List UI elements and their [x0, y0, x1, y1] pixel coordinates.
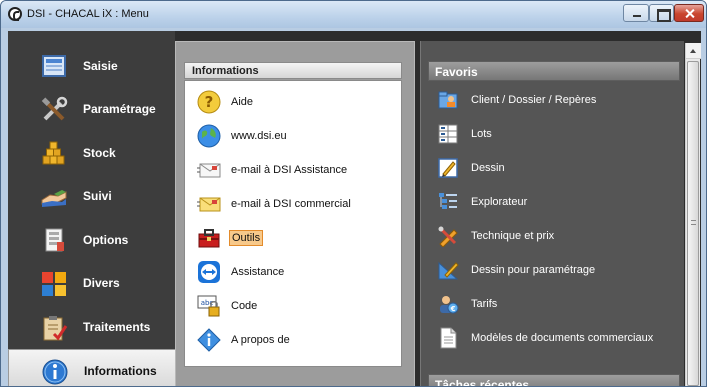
- fav-label-client: Client / Dossier / Repères: [471, 94, 597, 106]
- clipboard-check-icon: [43, 316, 68, 341]
- fav-label-dessin-parametrage: Dessin pour paramétrage: [471, 264, 596, 276]
- thumb-grip-icon: [691, 220, 696, 225]
- minimize-button[interactable]: [623, 4, 649, 22]
- globe-icon: [197, 124, 221, 148]
- menu-label-saisie: Saisie: [83, 59, 118, 73]
- maximize-button[interactable]: [649, 4, 674, 22]
- fav-item-technique[interactable]: Technique et prix: [421, 219, 685, 253]
- menu-item-suivi[interactable]: Suivi: [8, 175, 175, 217]
- info-label-website: www.dsi.eu: [231, 130, 287, 142]
- menu-item-stock[interactable]: Stock: [8, 132, 175, 174]
- informations-list: ? Aide www.dsi.eu e-mail à DSI Assistanc…: [184, 80, 402, 367]
- document-icon: [440, 327, 457, 349]
- fav-item-dessin[interactable]: Dessin: [421, 151, 685, 185]
- menu-item-parametrage[interactable]: Paramétrage: [8, 88, 175, 130]
- menu-label-options: Options: [83, 233, 129, 247]
- fav-item-client[interactable]: Client / Dossier / Repères: [421, 83, 685, 117]
- recent-tasks-header-label: Tâches récentes: [435, 378, 530, 387]
- info-item-code[interactable]: abc Code: [185, 289, 401, 323]
- menu-item-divers[interactable]: Divers: [8, 262, 175, 304]
- email-icon: [197, 163, 221, 178]
- lots-icon: [438, 124, 458, 144]
- fav-item-dessin-parametrage[interactable]: Dessin pour paramétrage: [421, 253, 685, 287]
- vertical-scrollbar[interactable]: [685, 43, 701, 386]
- drawing-icon: [438, 158, 458, 178]
- recent-tasks-header: Tâches récentes: [428, 374, 680, 387]
- informations-panel: Informations ? Aide www.dsi.eu e-mail à …: [175, 41, 415, 386]
- fav-item-tarifs[interactable]: € Tarifs: [421, 287, 685, 321]
- about-icon: [197, 328, 221, 352]
- favorites-header: Favoris: [428, 61, 680, 81]
- menu-label-stock: Stock: [83, 146, 116, 160]
- tools-icon: [41, 96, 68, 121]
- info-label-about: A propos de: [231, 334, 290, 346]
- code-lock-icon: abc: [197, 295, 220, 317]
- menu-label-traitements: Traitements: [83, 320, 151, 334]
- email-icon: [197, 197, 221, 212]
- favorites-header-label: Favoris: [435, 65, 478, 79]
- menu-item-options[interactable]: Options: [8, 219, 175, 261]
- app-logo-icon: [8, 7, 22, 21]
- client-area: Saisie Paramétrage Stock Suivi Options D…: [8, 31, 701, 387]
- menu-label-suivi: Suivi: [83, 189, 112, 203]
- fav-label-tarifs: Tarifs: [471, 298, 498, 310]
- info-label-aide: Aide: [231, 96, 254, 108]
- app-window: DSI - CHACAL iX : Menu Saisie Paramétrag…: [0, 0, 707, 387]
- scroll-up-button[interactable]: [686, 43, 701, 59]
- menu-label-parametrage: Paramétrage: [83, 102, 156, 116]
- main-menu: Saisie Paramétrage Stock Suivi Options D…: [8, 31, 175, 386]
- info-item-about[interactable]: A propos de: [185, 323, 401, 357]
- info-item-website[interactable]: www.dsi.eu: [185, 119, 401, 153]
- fav-item-modeles[interactable]: Modèles de documents commerciaux: [421, 321, 685, 355]
- favorites-panel: Favoris Client / Dossier / Repères Lots …: [420, 41, 685, 387]
- info-item-email-assistance[interactable]: e-mail à DSI Assistance: [185, 153, 401, 187]
- fav-item-explorateur[interactable]: Explorateur: [421, 185, 685, 219]
- info-label-email-assistance: e-mail à DSI Assistance: [231, 164, 348, 176]
- client-icon: [438, 91, 458, 109]
- fav-label-modeles: Modèles de documents commerciaux: [471, 332, 654, 344]
- help-icon: ?: [197, 90, 221, 114]
- screen-icon: [42, 55, 66, 77]
- info-label-assistance: Assistance: [231, 266, 285, 278]
- tree-icon: [439, 193, 457, 209]
- drawing-param-icon: [438, 261, 459, 280]
- info-item-aide[interactable]: ? Aide: [185, 85, 401, 119]
- menu-item-saisie[interactable]: Saisie: [8, 45, 175, 87]
- tiles-icon: [42, 272, 66, 296]
- fav-label-lots: Lots: [471, 128, 492, 140]
- title-bar[interactable]: DSI - CHACAL iX : Menu: [1, 1, 706, 28]
- menu-label-informations: Informations: [84, 364, 157, 378]
- handshake-icon: [41, 190, 67, 207]
- svg-text:?: ?: [205, 93, 214, 111]
- stack-icon: [42, 141, 65, 165]
- info-label-outils: Outils: [229, 230, 264, 246]
- fav-label-dessin: Dessin: [471, 162, 505, 174]
- info-label-email-commercial: e-mail à DSI commercial: [231, 198, 351, 210]
- menu-item-informations[interactable]: Informations: [8, 349, 175, 386]
- menu-item-traitements[interactable]: Traitements: [8, 306, 175, 348]
- info-item-email-commercial[interactable]: e-mail à DSI commercial: [185, 187, 401, 221]
- informations-header-label: Informations: [192, 65, 259, 77]
- info-icon: [42, 359, 68, 385]
- info-item-outils[interactable]: Outils: [185, 221, 401, 255]
- technique-icon: [438, 226, 458, 247]
- teamviewer-icon: [198, 261, 220, 283]
- scroll-thumb[interactable]: [687, 61, 699, 386]
- info-item-assistance[interactable]: Assistance: [185, 255, 401, 289]
- options-icon: [45, 228, 64, 252]
- fav-item-lots[interactable]: Lots: [421, 117, 685, 151]
- menu-label-divers: Divers: [83, 276, 120, 290]
- fav-label-explorateur: Explorateur: [471, 196, 528, 208]
- info-label-code: Code: [231, 300, 258, 312]
- close-button[interactable]: [674, 4, 704, 22]
- svg-text:€: €: [450, 305, 456, 313]
- toolbox-icon: [198, 229, 220, 248]
- informations-header: Informations: [184, 62, 402, 79]
- window-title: DSI - CHACAL iX : Menu: [27, 8, 149, 20]
- fav-label-technique: Technique et prix: [471, 230, 555, 242]
- tarifs-icon: €: [440, 296, 459, 314]
